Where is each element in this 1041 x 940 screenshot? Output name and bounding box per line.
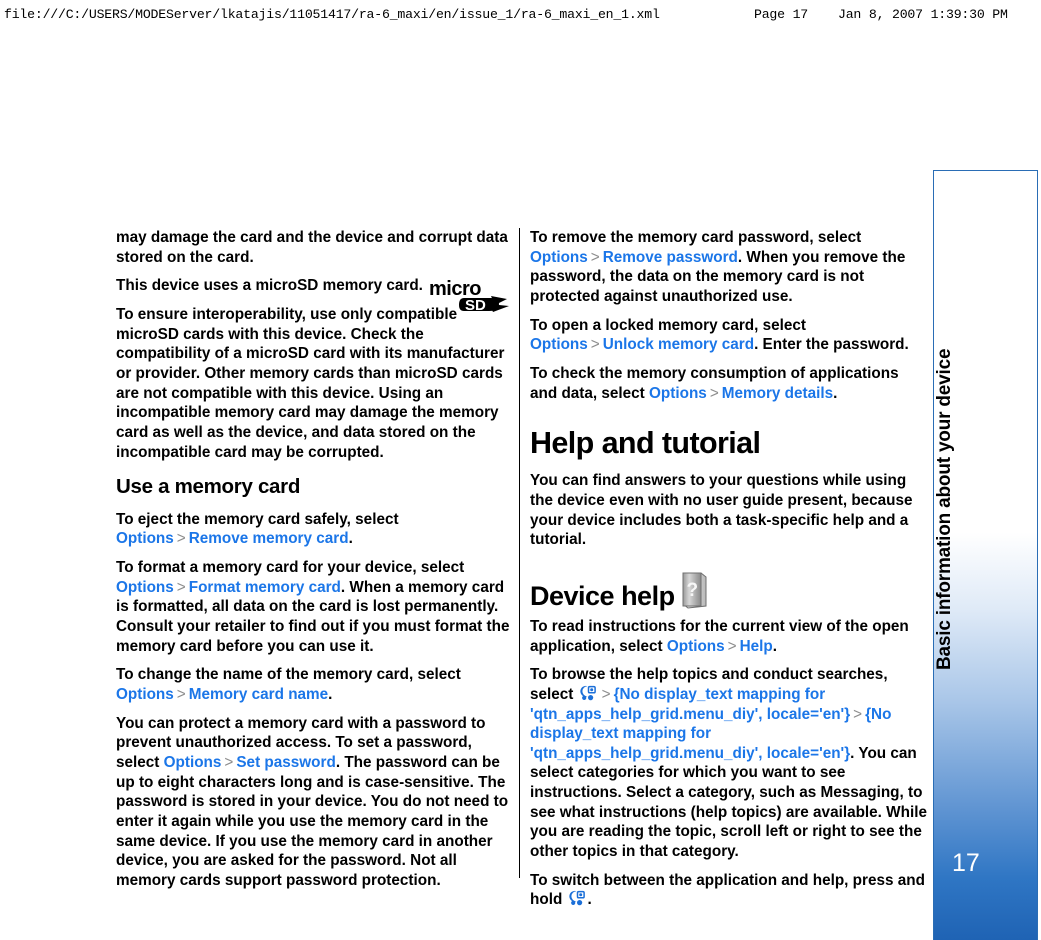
heading-device-help-label: Device help xyxy=(530,580,675,611)
menu-path-remove-memory-card[interactable]: Remove memory card xyxy=(189,530,349,547)
chevron-right-icon: > xyxy=(590,248,600,266)
menu-path-options[interactable]: Options xyxy=(530,249,588,266)
menu-path-options[interactable]: Options xyxy=(116,530,174,547)
page-number: 17 xyxy=(952,849,980,877)
menu-path-help-grid-diy-1[interactable]: {No display_text mapping for 'qtn_apps_h… xyxy=(530,686,850,723)
chapter-side-tab: Basic information about your device 17 xyxy=(933,170,1038,940)
menu-path-options[interactable]: Options xyxy=(116,686,174,703)
chevron-right-icon: > xyxy=(590,336,600,354)
heading-help-and-tutorial: Help and tutorial xyxy=(530,426,761,461)
menu-path-options[interactable]: Options xyxy=(530,336,588,353)
paragraph-remove-password: To remove the memory card password, sele… xyxy=(530,228,929,307)
chevron-right-icon: > xyxy=(601,685,611,703)
chevron-right-icon: > xyxy=(709,384,719,402)
chevron-right-icon: > xyxy=(176,578,186,596)
menu-path-unlock-memory-card[interactable]: Unlock memory card xyxy=(603,336,754,353)
paragraph-memory-details: To check the memory consumption of appli… xyxy=(530,364,929,403)
text-run: . Enter the password. xyxy=(754,336,909,354)
paragraph-browse-help-topics: To browse the help topics and conduct se… xyxy=(530,665,929,862)
right-column: To remove the memory card password, sele… xyxy=(530,228,929,919)
text-run: . The password can be up to eight charac… xyxy=(116,753,509,889)
text-run: To format a memory card for your device,… xyxy=(116,559,465,577)
heading-use-a-memory-card: Use a memory card xyxy=(116,475,301,499)
paragraph-change-card-name: To change the name of the memory card, s… xyxy=(116,665,516,704)
chapter-title: Basic information about your device xyxy=(934,348,955,670)
menu-path-memory-card-name[interactable]: Memory card name xyxy=(189,686,328,703)
text-run: To open a locked memory card, select xyxy=(530,316,807,334)
text-run: To remove the memory card password, sele… xyxy=(530,229,862,246)
chevron-right-icon: > xyxy=(727,637,737,655)
paragraph-interoperability: To ensure interoperability, use only com… xyxy=(116,305,505,461)
page-body: may damage the card and the device and c… xyxy=(0,0,1041,940)
chevron-right-icon: > xyxy=(176,686,186,704)
menu-path-options[interactable]: Options xyxy=(649,385,707,402)
microsd-logo: micro SD xyxy=(429,276,513,316)
text-run: . You can select categories for which yo… xyxy=(530,744,927,861)
paragraph-set-password: You can protect a memory card with a pas… xyxy=(116,714,516,891)
text-run: To change the name of the memory card, s… xyxy=(116,666,461,684)
text-run: To eject the memory card safely, select xyxy=(116,510,399,528)
heading-device-help: Device help ? xyxy=(530,572,929,610)
paragraph-format-memory-card: To format a memory card for your device,… xyxy=(116,558,516,656)
menu-path-set-password[interactable]: Set password xyxy=(236,754,335,771)
paragraph-card-damage: may damage the card and the device and c… xyxy=(116,229,508,266)
left-column: may damage the card and the device and c… xyxy=(116,228,516,900)
menu-path-format-memory-card[interactable]: Format memory card xyxy=(189,579,341,596)
svg-text:SD: SD xyxy=(465,297,486,314)
paragraph-unlock-memory-card: To open a locked memory card, select Opt… xyxy=(530,316,929,355)
chevron-right-icon: > xyxy=(176,530,186,548)
chevron-right-icon: > xyxy=(853,705,863,723)
paragraph-help-intro: You can find answers to your questions w… xyxy=(530,472,913,549)
book-question-icon: ? xyxy=(681,572,708,609)
text-run: . xyxy=(348,530,353,548)
column-divider xyxy=(519,228,520,878)
paragraph-switch-app-help: To switch between the application and he… xyxy=(530,871,929,910)
menu-path-options[interactable]: Options xyxy=(164,754,222,771)
menu-path-memory-details[interactable]: Memory details xyxy=(722,385,833,402)
paragraph-read-instructions: To read instructions for the current vie… xyxy=(530,617,929,656)
chevron-right-icon: > xyxy=(224,753,234,771)
menu-path-help[interactable]: Help xyxy=(740,638,773,655)
menu-path-remove-password[interactable]: Remove password xyxy=(603,249,738,266)
menu-path-options[interactable]: Options xyxy=(116,579,174,596)
svg-text:?: ? xyxy=(686,580,697,601)
text-run: . xyxy=(772,637,778,655)
menu-key-icon[interactable] xyxy=(579,685,597,701)
menu-key-icon[interactable] xyxy=(568,890,586,906)
menu-path-options[interactable]: Options xyxy=(667,638,725,655)
text-run: . xyxy=(328,686,333,704)
paragraph-eject-memory-card: To eject the memory card safely, select … xyxy=(116,510,516,549)
text-run: . xyxy=(833,384,838,402)
text-run: . xyxy=(587,891,592,909)
